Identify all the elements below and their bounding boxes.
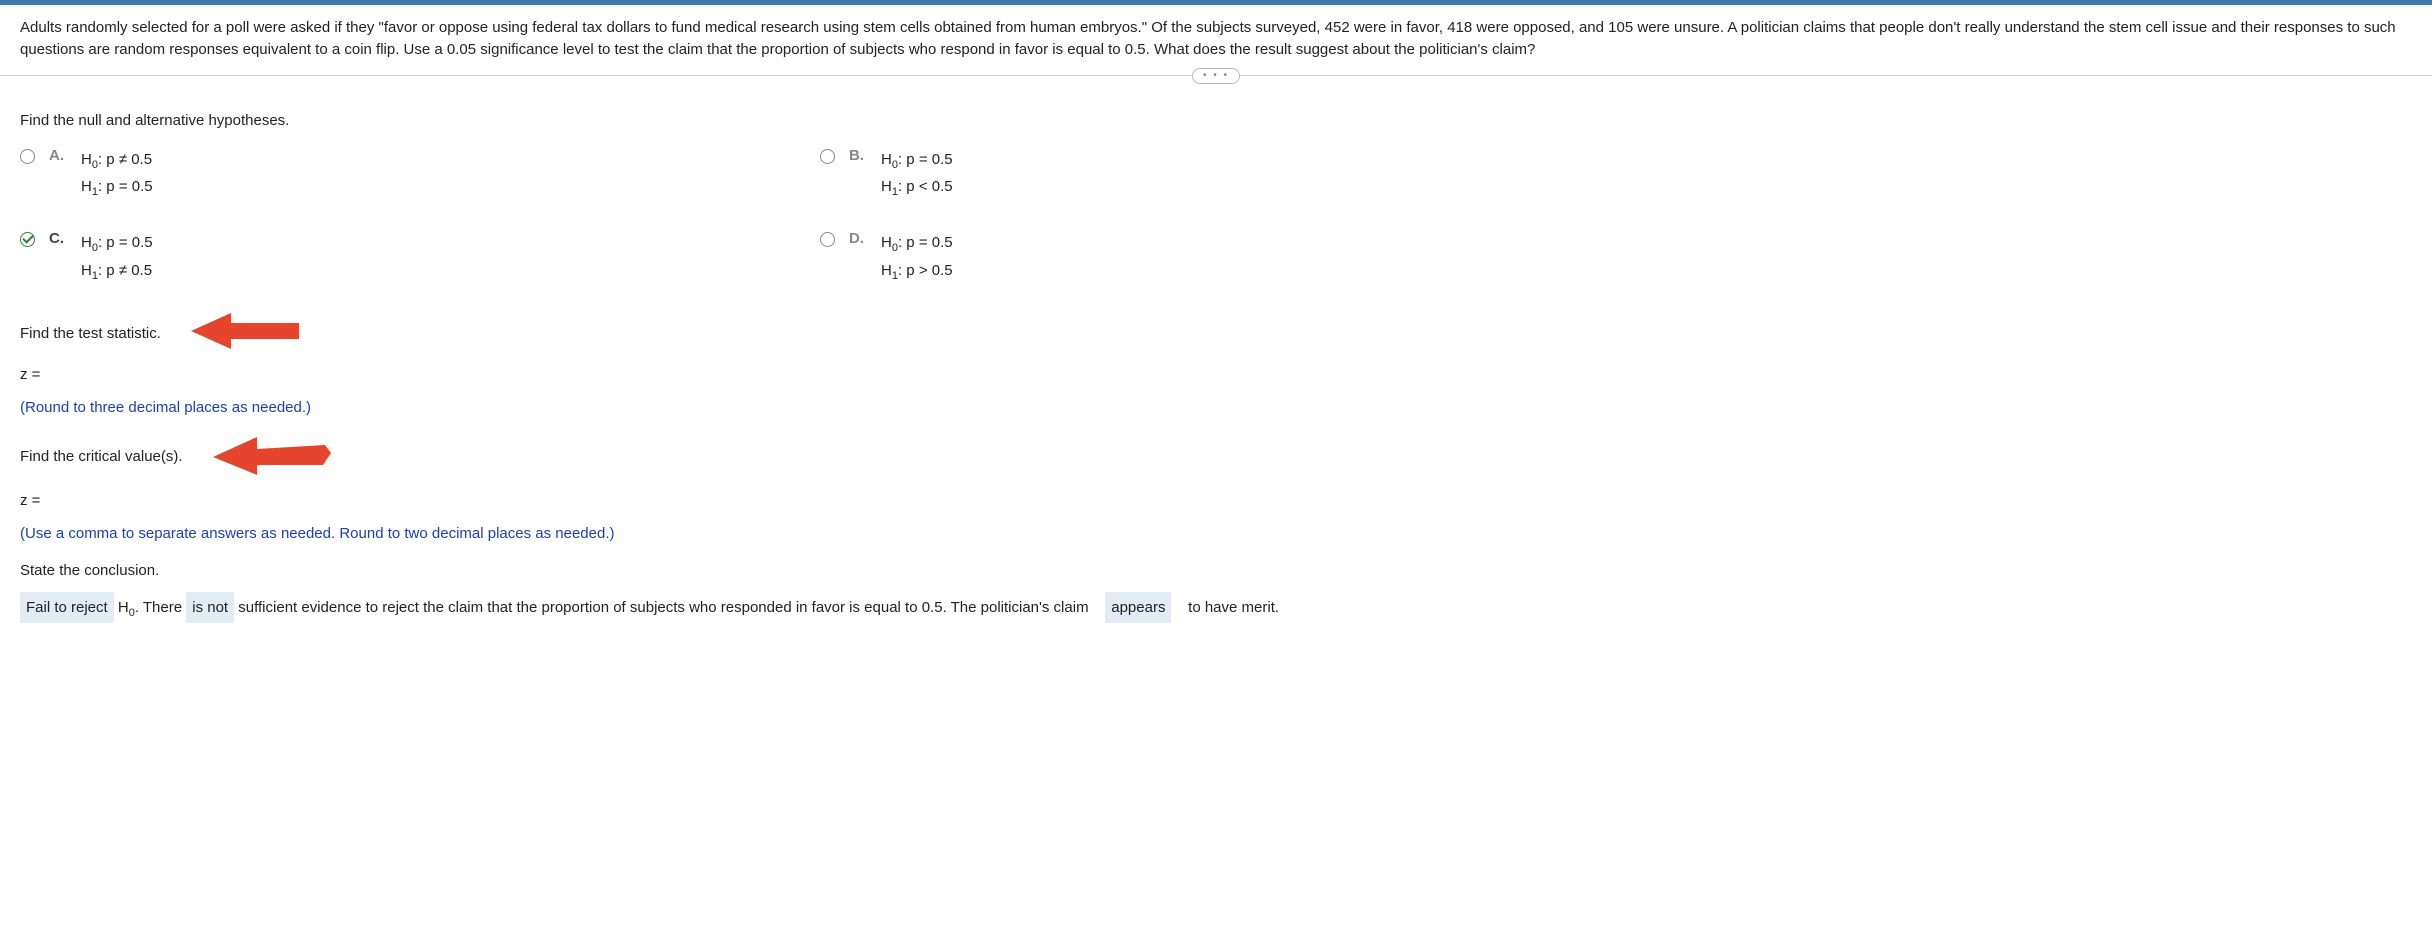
conclusion-sentence: Fail to reject H0. There is not sufficie… — [20, 592, 2412, 624]
option-letter: C. — [49, 230, 67, 247]
conclusion-blank-1[interactable]: Fail to reject — [20, 592, 114, 623]
round-hint-2: (Use a comma to separate answers as need… — [20, 520, 2412, 547]
option-a[interactable]: A. H0: p ≠ 0.5 H1: p = 0.5 — [20, 147, 800, 202]
find-critical-values-prompt: Find the critical value(s). — [20, 443, 183, 470]
conclusion-blank-2[interactable]: is not — [186, 592, 234, 623]
arrow-left-icon — [191, 311, 301, 355]
find-test-statistic-prompt: Find the test statistic. — [20, 320, 161, 347]
option-body: H0: p = 0.5 H1: p ≠ 0.5 — [81, 230, 153, 285]
radio-c[interactable] — [20, 232, 35, 247]
option-body: H0: p = 0.5 H1: p > 0.5 — [881, 230, 953, 285]
option-letter: B. — [849, 147, 867, 164]
option-letter: A. — [49, 147, 67, 164]
conclusion-blank-3[interactable]: appears — [1105, 592, 1171, 623]
question-text: Adults randomly selected for a poll were… — [20, 19, 2396, 58]
z-equals-1: z = — [20, 361, 2412, 388]
arrow-left-icon — [213, 431, 333, 481]
body-content: Find the null and alternative hypotheses… — [0, 76, 2432, 655]
state-conclusion-prompt: State the conclusion. — [20, 557, 2412, 584]
radio-b[interactable] — [820, 149, 835, 164]
option-d[interactable]: D. H0: p = 0.5 H1: p > 0.5 — [820, 230, 1600, 285]
options-grid: A. H0: p ≠ 0.5 H1: p = 0.5 B. H0: p = 0.… — [20, 147, 2412, 286]
hypotheses-prompt: Find the null and alternative hypotheses… — [20, 112, 2412, 129]
round-hint-3: (Round to three decimal places as needed… — [20, 394, 2412, 421]
radio-a[interactable] — [20, 149, 35, 164]
radio-d[interactable] — [820, 232, 835, 247]
option-c[interactable]: C. H0: p = 0.5 H1: p ≠ 0.5 — [20, 230, 800, 285]
expand-toggle[interactable]: • • • — [1192, 68, 1240, 84]
option-b[interactable]: B. H0: p = 0.5 H1: p < 0.5 — [820, 147, 1600, 202]
z-equals-2: z = — [20, 487, 2412, 514]
option-letter: D. — [849, 230, 867, 247]
option-body: H0: p = 0.5 H1: p < 0.5 — [881, 147, 953, 202]
question-container: Adults randomly selected for a poll were… — [0, 5, 2432, 76]
option-body: H0: p ≠ 0.5 H1: p = 0.5 — [81, 147, 153, 202]
